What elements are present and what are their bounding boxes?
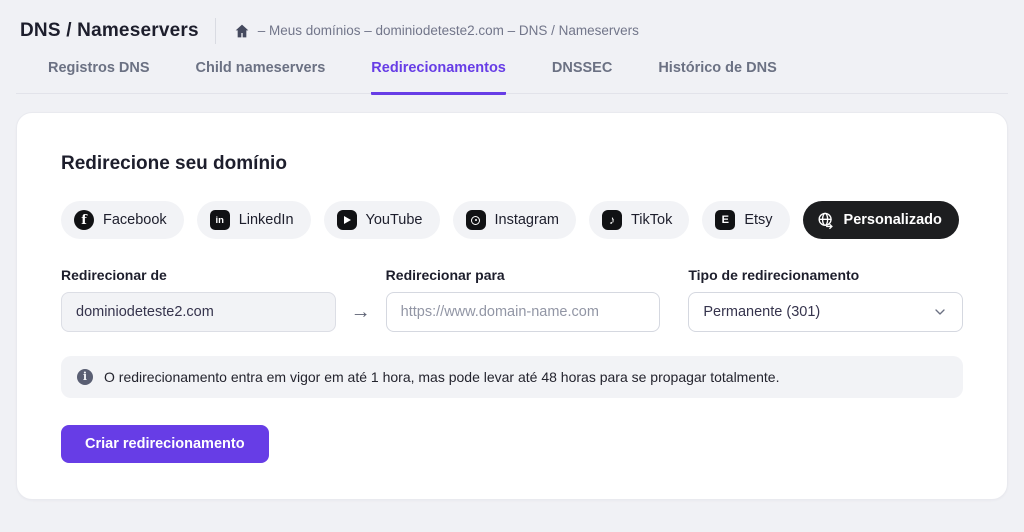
platform-label: YouTube <box>366 212 423 228</box>
platform-label: Facebook <box>103 212 167 228</box>
redirect-from-label: Redirecionar de <box>61 267 336 283</box>
create-redirect-button[interactable]: Criar redirecionamento <box>61 425 269 463</box>
platform-label: Personalizado <box>844 212 942 228</box>
info-icon: i <box>77 369 93 385</box>
redirect-to-label: Redirecionar para <box>386 267 661 283</box>
redirect-to-field-group: Redirecionar para <box>386 267 661 332</box>
home-icon[interactable] <box>234 23 250 39</box>
redirect-type-field-group: Tipo de redirecionamento Permanente (301… <box>688 267 963 332</box>
platform-linkedin[interactable]: in LinkedIn <box>197 201 311 239</box>
platform-youtube[interactable]: YouTube <box>324 201 440 239</box>
platform-instagram[interactable]: Instagram <box>453 201 576 239</box>
linkedin-icon: in <box>210 210 230 230</box>
tab-redirecionamentos[interactable]: Redirecionamentos <box>371 60 506 95</box>
platform-facebook[interactable]: f Facebook <box>61 201 184 239</box>
breadcrumb[interactable]: – Meus domínios – dominiodeteste2.com – … <box>234 23 639 39</box>
redirect-type-value: Permanente (301) <box>703 304 820 320</box>
tab-registros-dns[interactable]: Registros DNS <box>48 60 150 95</box>
youtube-icon <box>337 210 357 230</box>
redirect-card: Redirecione seu domínio f Facebook in Li… <box>16 112 1008 500</box>
tiktok-icon: ♪ <box>602 210 622 230</box>
platform-personalizado[interactable]: Personalizado <box>803 201 959 239</box>
globe-arrow-icon <box>816 211 835 230</box>
tab-child-nameservers[interactable]: Child nameservers <box>196 60 326 95</box>
breadcrumb-text: – Meus domínios – dominiodeteste2.com – … <box>258 23 639 38</box>
chevron-down-icon <box>932 304 948 320</box>
page-header: DNS / Nameservers – Meus domínios – domi… <box>0 0 1024 46</box>
redirect-type-label: Tipo de redirecionamento <box>688 267 963 283</box>
redirect-from-input[interactable] <box>61 292 336 332</box>
platform-label: Instagram <box>495 212 559 228</box>
redirect-from-field-group: Redirecionar de <box>61 267 336 332</box>
tab-dnssec[interactable]: DNSSEC <box>552 60 612 95</box>
info-banner: i O redirecionamento entra em vigor em a… <box>61 356 963 398</box>
platform-etsy[interactable]: E Etsy <box>702 201 789 239</box>
platform-label: Etsy <box>744 212 772 228</box>
card-title: Redirecione seu domínio <box>61 153 963 175</box>
info-banner-text: O redirecionamento entra em vigor em até… <box>104 369 780 385</box>
etsy-icon: E <box>715 210 735 230</box>
arrow-right-icon: → <box>336 292 386 332</box>
platform-row: f Facebook in LinkedIn YouTube Instagram… <box>61 201 963 239</box>
platform-label: TikTok <box>631 212 672 228</box>
instagram-icon <box>466 210 486 230</box>
redirect-type-select[interactable]: Permanente (301) <box>688 292 963 332</box>
redirect-form: Redirecionar de → Redirecionar para Tipo… <box>61 267 963 332</box>
page-title: DNS / Nameservers <box>20 20 199 42</box>
redirect-to-input[interactable] <box>386 292 661 332</box>
platform-tiktok[interactable]: ♪ TikTok <box>589 201 689 239</box>
facebook-icon: f <box>74 210 94 230</box>
tab-historico-de-dns[interactable]: Histórico de DNS <box>658 60 776 95</box>
platform-label: LinkedIn <box>239 212 294 228</box>
tab-bar: Registros DNS Child nameservers Redireci… <box>16 46 1008 94</box>
header-divider <box>215 18 216 44</box>
